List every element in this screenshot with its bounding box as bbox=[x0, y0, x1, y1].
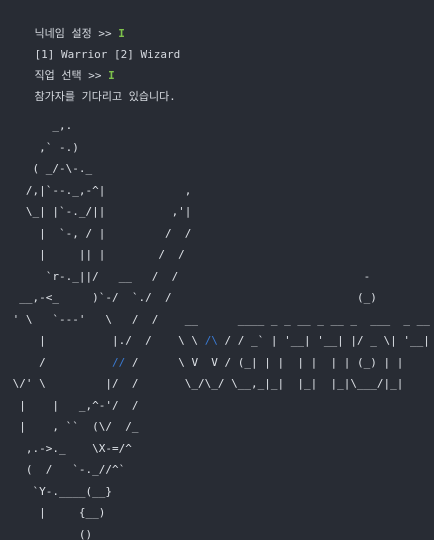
ascii-art-line: | |./ / \ \ /\ / / _` | '__| '__| |/ _ \… bbox=[6, 334, 430, 347]
ascii-art-line: \/' \ |/ / \_/\_/ \__,_|_| |_| |_|\___/|… bbox=[6, 377, 404, 390]
ascii-art-line: /,|`--._,-^| , bbox=[6, 183, 192, 197]
ascii-art-line: _,. bbox=[6, 119, 73, 132]
warrior-ascii-art: _,. ,` -.) ( _/-\-._ /,|`--._,-^| , \_| … bbox=[6, 115, 430, 540]
ascii-art-line: \_| |`-._/|| ,'| bbox=[6, 205, 192, 218]
ascii-art-line: | || | / / bbox=[6, 248, 185, 261]
ascii-art-line: `r-._||/ __ / / - bbox=[6, 269, 371, 283]
ascii-art-line: `Y-.____(__} bbox=[6, 484, 112, 498]
ascii-art-line: __,-<_ )`-/ `./ / (_) bbox=[6, 291, 377, 304]
ascii-art-line: | `-, / | / / bbox=[6, 226, 192, 240]
accent-glyph: /\ bbox=[204, 334, 218, 347]
ascii-art-line: | | _,^-'/ / bbox=[6, 398, 139, 412]
ascii-art-line: ,.->._ \X-=/^ bbox=[6, 441, 132, 455]
ascii-art-line: ( _/-\-._ bbox=[6, 162, 93, 175]
waiting-message: 참가자를 기다리고 있습니다. bbox=[34, 90, 176, 103]
ascii-art-line: | , `` (\/ /_ bbox=[6, 420, 139, 433]
ascii-art-line: ' \ `---' \ / / __ ____ _ _ __ _ __ _ __… bbox=[6, 312, 430, 326]
terminal-window[interactable]: 닉네임 설정 >> I [1] Warrior [2] Wizard 직업 선택… bbox=[0, 0, 434, 540]
accent-glyph: // bbox=[111, 355, 126, 369]
ascii-art-line: / // / \ V V / (_| | | | | | | (_) | | bbox=[6, 355, 404, 369]
ascii-art-line: ,` -.) bbox=[6, 140, 79, 154]
ascii-art-line: ( / `-._//^` bbox=[6, 463, 126, 476]
ascii-art-line: () bbox=[6, 527, 93, 540]
ascii-art-line: | {__) bbox=[6, 506, 106, 519]
